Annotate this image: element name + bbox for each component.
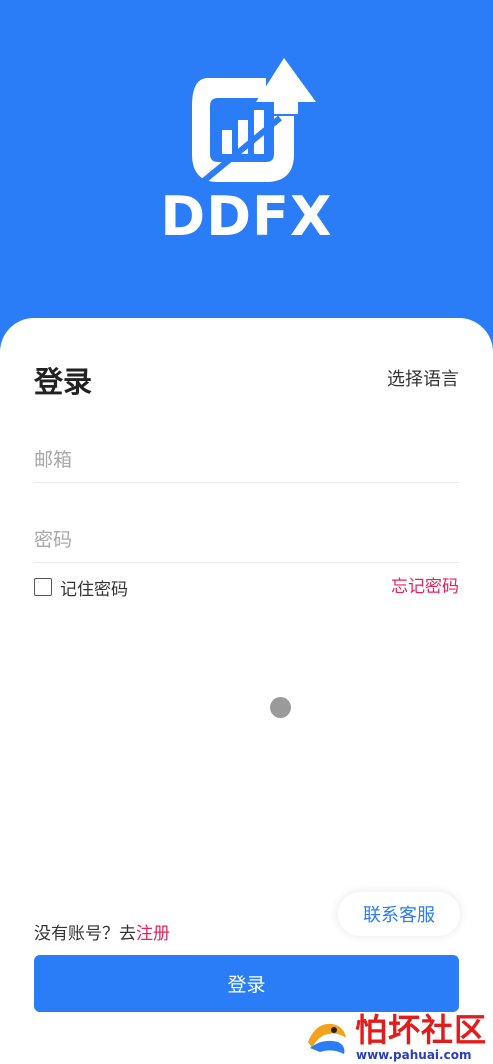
signup-prompt: 没有账号？去注册 bbox=[34, 922, 170, 946]
brand-header: DDFX bbox=[0, 0, 493, 330]
watermark-text: 怕坏社区 bbox=[355, 1011, 488, 1049]
loading-spinner-icon bbox=[270, 697, 291, 718]
watermark-url: www.pahuai.com bbox=[356, 1048, 472, 1062]
remember-password-label: 记住密码 bbox=[60, 579, 128, 600]
login-button[interactable]: 登录 bbox=[34, 955, 459, 1012]
language-selector[interactable]: 选择语言 bbox=[387, 367, 459, 393]
brand-name: DDFX bbox=[160, 185, 333, 248]
register-link[interactable]: 注册 bbox=[136, 924, 170, 944]
watermark-logo-icon bbox=[302, 1018, 350, 1058]
login-card bbox=[0, 318, 493, 1064]
contact-support-button[interactable]: 联系客服 bbox=[338, 892, 460, 936]
checkbox-icon[interactable] bbox=[34, 578, 52, 596]
ddfx-logo-icon bbox=[192, 58, 316, 187]
page-title: 登录 bbox=[34, 365, 93, 399]
no-account-text: 没有账号？去 bbox=[34, 924, 136, 944]
watermark: 怕坏社区 www.pahuai.com bbox=[298, 1008, 493, 1064]
remember-password-toggle[interactable]: 记住密码 bbox=[34, 575, 128, 600]
forgot-password-link[interactable]: 忘记密码 bbox=[391, 575, 459, 599]
password-field[interactable] bbox=[34, 518, 460, 563]
email-field[interactable] bbox=[34, 438, 460, 483]
